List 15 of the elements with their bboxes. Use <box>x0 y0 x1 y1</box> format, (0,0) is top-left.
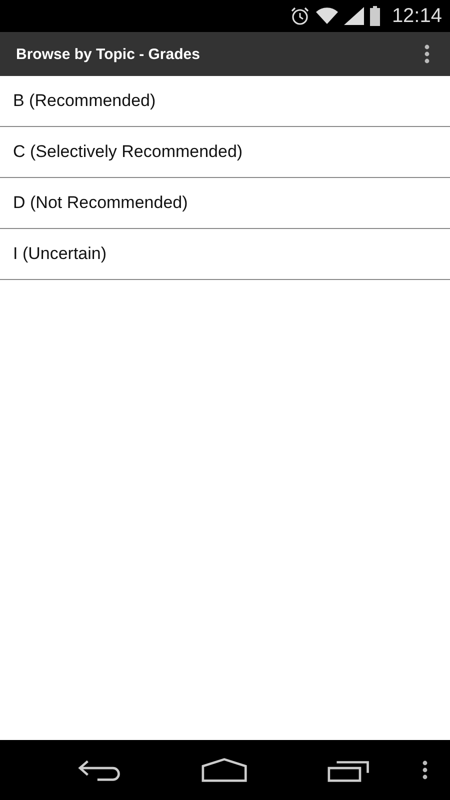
recent-apps-icon[interactable] <box>327 758 370 782</box>
back-icon[interactable] <box>78 758 121 782</box>
list-item[interactable]: I (Uncertain) <box>0 229 450 280</box>
overflow-menu-icon[interactable] <box>424 44 430 64</box>
list-item[interactable]: C (Selectively Recommended) <box>0 127 450 178</box>
alarm-clock-icon <box>290 6 310 26</box>
home-icon[interactable] <box>200 757 248 783</box>
clock-time: 12:14 <box>392 4 442 28</box>
list-item[interactable]: D (Not Recommended) <box>0 178 450 229</box>
screen-title: Browse by Topic - Grades <box>16 46 200 62</box>
wifi-icon <box>316 7 338 25</box>
list-item[interactable]: B (Recommended) <box>0 76 450 127</box>
overflow-menu-icon[interactable] <box>422 760 428 780</box>
battery-icon <box>370 6 380 26</box>
signal-icon <box>344 7 364 25</box>
